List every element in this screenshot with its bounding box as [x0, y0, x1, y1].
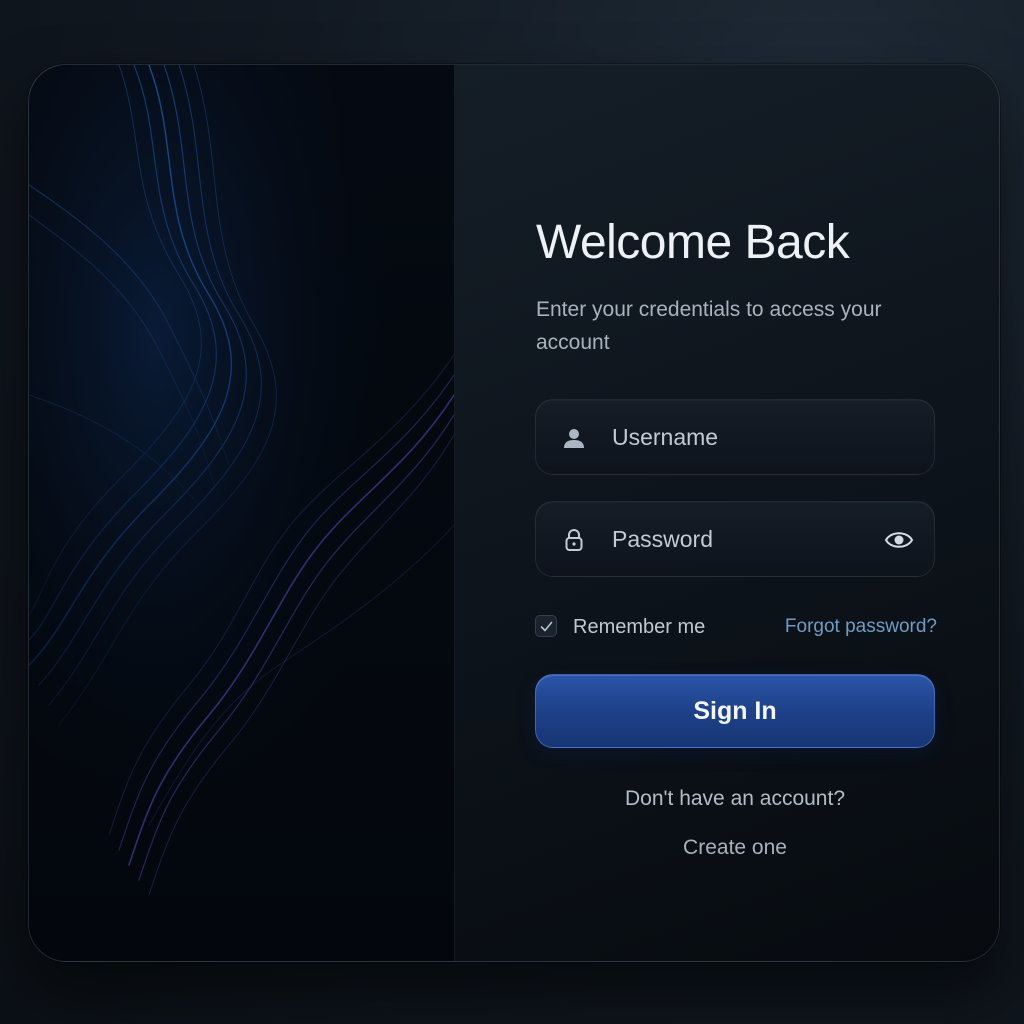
abstract-waves-illustration [29, 65, 454, 961]
remember-checkbox[interactable] [535, 615, 557, 637]
username-input[interactable] [612, 400, 862, 474]
page-title: Welcome Back [536, 216, 850, 269]
check-icon [540, 621, 553, 632]
forgot-password-link[interactable]: Forgot password? [785, 613, 937, 641]
user-icon [564, 429, 584, 448]
password-field[interactable] [535, 501, 935, 577]
password-input[interactable] [612, 502, 862, 576]
remember-label[interactable]: Remember me [573, 613, 705, 641]
sign-in-button[interactable]: Sign In [535, 674, 935, 748]
no-account-text: Don't have an account? [625, 787, 845, 810]
create-account-link[interactable]: Create one [535, 836, 935, 860]
page-subtitle: Enter your credentials to access your ac… [536, 298, 882, 354]
login-card: Welcome Back Enter your credentials to a… [28, 64, 1000, 962]
username-field[interactable] [535, 399, 935, 475]
remember-row: Remember me Forgot password? [535, 613, 937, 641]
eye-icon[interactable] [884, 526, 914, 554]
decorative-art-panel [29, 65, 455, 961]
login-form-panel: Welcome Back Enter your credentials to a… [455, 65, 999, 961]
lock-icon [565, 529, 583, 551]
